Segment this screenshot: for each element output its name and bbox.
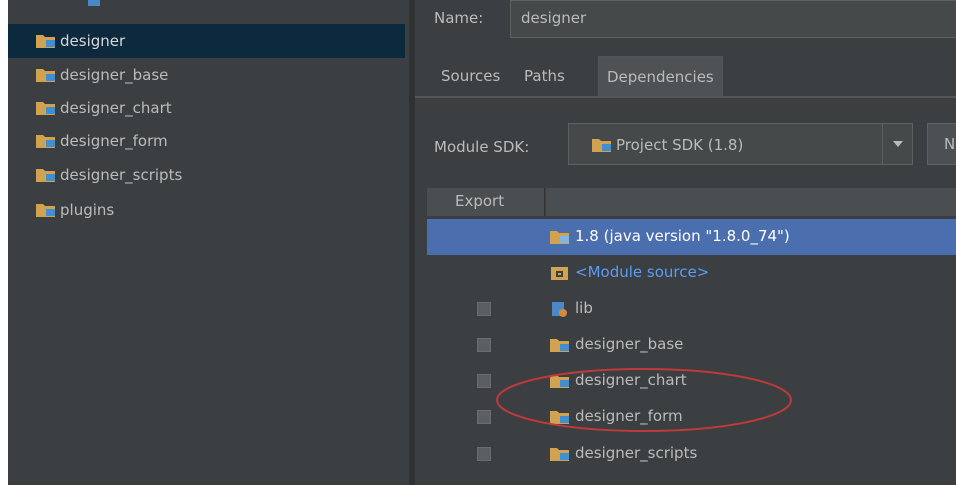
module-item-designer-base[interactable]: designer_base [8, 58, 405, 92]
tab-paths[interactable]: Paths [516, 56, 573, 96]
sdk-folder-icon [550, 231, 569, 244]
module-label: plugins [60, 201, 115, 219]
module-label: designer_chart [60, 99, 172, 117]
table-row[interactable]: designer_scripts [427, 436, 956, 472]
dependency-label: designer_base [575, 335, 684, 353]
export-checkbox[interactable] [477, 302, 491, 316]
chevron-down-icon [893, 141, 903, 147]
module-item-designer[interactable]: designer [8, 24, 405, 58]
scope-column-header[interactable] [546, 188, 956, 216]
module-list: designer designer_base designer_chart de… [8, 0, 409, 485]
name-label: Name: [434, 9, 484, 27]
sdk-folder-icon [592, 139, 611, 152]
module-folder-icon [550, 339, 569, 352]
module-sdk-value: Project SDK (1.8) [616, 136, 744, 154]
tab-sources[interactable]: Sources [433, 56, 508, 96]
module-label: designer_form [60, 132, 168, 150]
table-row[interactable]: designer_base [427, 327, 956, 363]
module-label: designer [60, 32, 126, 50]
module-item-designer-chart[interactable]: designer_chart [8, 91, 405, 125]
module-item-designer-form[interactable]: designer_form [8, 124, 405, 158]
library-icon [552, 302, 567, 317]
export-checkbox[interactable] [477, 374, 491, 388]
dropdown-arrow-button[interactable] [882, 124, 912, 164]
module-item-plugins[interactable]: plugins [8, 193, 405, 227]
table-row[interactable]: 1.8 (java version "1.8.0_74") [427, 219, 956, 255]
module-folder-icon [36, 204, 55, 217]
name-field[interactable]: designer [510, 0, 956, 38]
module-folder-icon [36, 35, 55, 48]
module-folder-icon [36, 169, 55, 182]
module-folder-icon [36, 69, 55, 82]
table-row[interactable]: lib [427, 291, 956, 327]
export-checkbox[interactable] [477, 338, 491, 352]
new-sdk-button[interactable]: N [927, 123, 956, 165]
module-label: designer_base [60, 66, 169, 84]
dependencies-table: Export 1.8 (java version "1.8.0_74") <Mo… [427, 188, 956, 485]
export-checkbox[interactable] [477, 447, 491, 461]
dependency-label: lib [575, 299, 593, 317]
module-label: designer_scripts [60, 166, 183, 184]
dependency-label: <Module source> [575, 263, 710, 281]
module-folder-icon [88, 0, 100, 6]
module-folder-icon [36, 135, 55, 148]
module-item-designer-scripts[interactable]: designer_scripts [8, 158, 405, 192]
module-folder-icon [36, 102, 55, 115]
module-sdk-label: Module SDK: [434, 138, 530, 156]
project-structure-window: designer designer_base designer_chart de… [8, 0, 956, 485]
table-row[interactable]: <Module source> [427, 255, 956, 291]
source-folder-icon [551, 267, 568, 280]
export-checkbox[interactable] [477, 410, 491, 424]
annotation-ellipse [496, 368, 792, 432]
dependency-label: designer_scripts [575, 444, 698, 462]
dependency-label: 1.8 (java version "1.8.0_74") [575, 227, 790, 245]
module-sdk-dropdown[interactable]: Project SDK (1.8) [568, 123, 913, 165]
tab-divider [415, 96, 956, 98]
export-column-header[interactable]: Export [427, 188, 545, 216]
tab-dependencies[interactable]: Dependencies [598, 56, 723, 96]
module-folder-icon [550, 448, 569, 461]
